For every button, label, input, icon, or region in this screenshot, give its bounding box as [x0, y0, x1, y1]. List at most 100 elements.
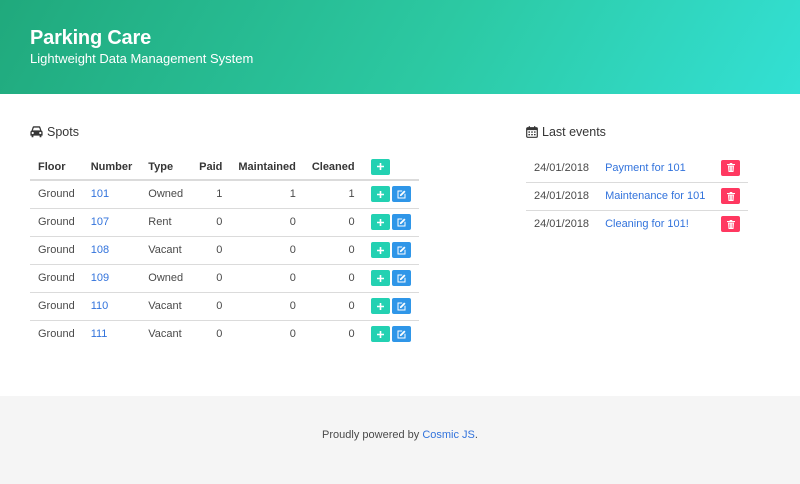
cell-cleaned: 1 — [303, 180, 363, 209]
delete-event-button[interactable] — [721, 216, 741, 233]
edit-icon — [397, 190, 406, 199]
event-actions — [713, 210, 748, 238]
edit-spot-button[interactable] — [391, 186, 411, 203]
trash-icon — [726, 219, 735, 229]
event-actions — [713, 154, 749, 183]
app-title: Parking Care — [30, 27, 151, 49]
event-link[interactable]: Payment for 101 — [605, 162, 686, 174]
app-subtitle: Lightweight Data Management System — [30, 51, 254, 66]
cell-floor: Ground — [30, 264, 83, 293]
plus-icon — [376, 218, 384, 226]
edit-icon — [397, 330, 406, 339]
footer-text: Proudly powered by — [322, 429, 423, 441]
cell-maintained: 0 — [230, 236, 304, 265]
event-link[interactable]: Maintenance for 101 — [605, 190, 705, 202]
edit-spot-button[interactable] — [391, 214, 411, 230]
events-table-body: 24/01/2018 Payment for 101 24/01/2018 Maint… — [526, 154, 749, 238]
cell-number: 107 — [82, 208, 141, 237]
main-content: Spots Floor Number Type Paid Maintained … — [0, 94, 800, 396]
column-header-maintained: Maintained — [230, 154, 304, 181]
cell-floor: Ground — [30, 180, 83, 209]
spot-number-link[interactable]: 109 — [91, 272, 109, 284]
table-row: Ground 107 Rent 0 0 0 — [30, 208, 419, 237]
cell-number: 101 — [82, 180, 141, 209]
column-header-floor: Floor — [30, 154, 83, 181]
event-date: 24/01/2018 — [526, 182, 598, 211]
spots-table-body: Ground 101 Owned 1 1 1 Ground 107 Rent 0 0 0 Ground 1… — [30, 180, 419, 348]
cell-type: Vacant — [140, 236, 192, 265]
cell-number: 111 — [83, 320, 141, 348]
footer: Proudly powered by Cosmic JS. — [0, 396, 800, 484]
event-label-cell: Cleaning for 101! — [597, 210, 713, 238]
calendar-icon — [526, 126, 538, 138]
delete-event-button[interactable] — [721, 188, 741, 204]
event-link[interactable]: Cleaning for 101! — [605, 218, 689, 230]
cell-cleaned: 0 — [303, 208, 363, 237]
cell-actions — [362, 292, 419, 321]
edit-spot-button[interactable] — [391, 326, 411, 343]
cosmic-js-link[interactable]: Cosmic JS — [422, 429, 475, 441]
list-item: 24/01/2018 Maintenance for 101 — [526, 182, 749, 211]
column-header-paid: Paid — [191, 154, 231, 181]
add-event-button[interactable] — [370, 242, 390, 258]
event-date: 24/01/2018 — [534, 218, 590, 231]
spots-header-row: Floor Number Type Paid Maintained Cleane… — [30, 154, 419, 181]
cell-paid: 0 — [191, 208, 231, 237]
cell-paid: 0 — [216, 328, 223, 341]
plus-icon — [376, 246, 384, 254]
events-heading: Last events — [526, 124, 734, 140]
delete-event-button[interactable] — [721, 159, 741, 176]
spots-heading: Spots — [30, 124, 406, 140]
event-label-cell: Payment for 101 — [597, 154, 714, 183]
edit-spot-button[interactable] — [391, 298, 411, 314]
cell-actions — [363, 320, 419, 348]
spot-number-link[interactable]: 108 — [91, 244, 109, 256]
cell-floor: Ground — [30, 292, 83, 321]
cell-floor: Ground — [38, 328, 75, 341]
cell-floor: Ground — [30, 236, 83, 265]
add-event-button[interactable] — [370, 186, 390, 203]
spot-number-link[interactable]: 110 — [91, 300, 109, 312]
plus-icon — [376, 163, 384, 170]
spot-number-link[interactable]: 111 — [91, 328, 108, 340]
cell-type: Owned — [140, 264, 192, 293]
trash-icon — [726, 163, 735, 173]
table-row: Ground 111 Vacant 0 0 0 — [30, 320, 419, 348]
spot-number-link[interactable]: 107 — [91, 216, 109, 228]
footer-suffix: . — [474, 429, 478, 441]
spots-panel: Spots Floor Number Type Paid Maintained … — [30, 124, 419, 348]
cell-type: Vacant — [148, 328, 182, 341]
list-item: 24/01/2018 Payment for 101 — [526, 154, 749, 183]
cell-paid: 1 — [191, 180, 231, 209]
cell-number: 109 — [82, 264, 141, 293]
events-panel: Last events 24/01/2018 Payment for 101 24/… — [526, 124, 749, 238]
plus-icon — [376, 274, 384, 282]
cell-floor: Ground — [30, 208, 83, 237]
event-date: 24/01/2018 — [526, 154, 598, 183]
table-row: Ground 110 Vacant 0 0 0 — [30, 292, 419, 321]
cell-type: Vacant — [140, 292, 192, 321]
event-actions — [713, 182, 749, 211]
add-event-button[interactable] — [370, 214, 390, 230]
spot-number-link[interactable]: 101 — [91, 188, 109, 200]
edit-spot-button[interactable] — [391, 242, 411, 258]
events-table: 24/01/2018 Payment for 101 24/01/2018 Maint… — [526, 154, 749, 238]
add-event-button[interactable] — [370, 326, 390, 343]
cell-cleaned: 0 — [303, 236, 363, 265]
cell-maintained: 0 — [289, 328, 296, 341]
car-icon — [30, 126, 43, 138]
cell-paid: 0 — [191, 236, 231, 265]
cell-cleaned: 0 — [303, 292, 363, 321]
cell-cleaned: 0 — [348, 328, 355, 341]
edit-spot-button[interactable] — [391, 270, 411, 286]
add-spot-button[interactable] — [370, 158, 390, 175]
table-row: Ground 109 Owned 0 0 0 — [30, 264, 419, 293]
column-header-actions — [362, 154, 419, 181]
add-event-button[interactable] — [370, 298, 390, 314]
cell-actions — [362, 180, 419, 209]
column-header-number: Number — [82, 154, 141, 181]
edit-icon — [397, 302, 406, 310]
trash-icon — [726, 191, 735, 201]
cell-actions — [362, 264, 419, 293]
add-event-button[interactable] — [370, 270, 390, 286]
